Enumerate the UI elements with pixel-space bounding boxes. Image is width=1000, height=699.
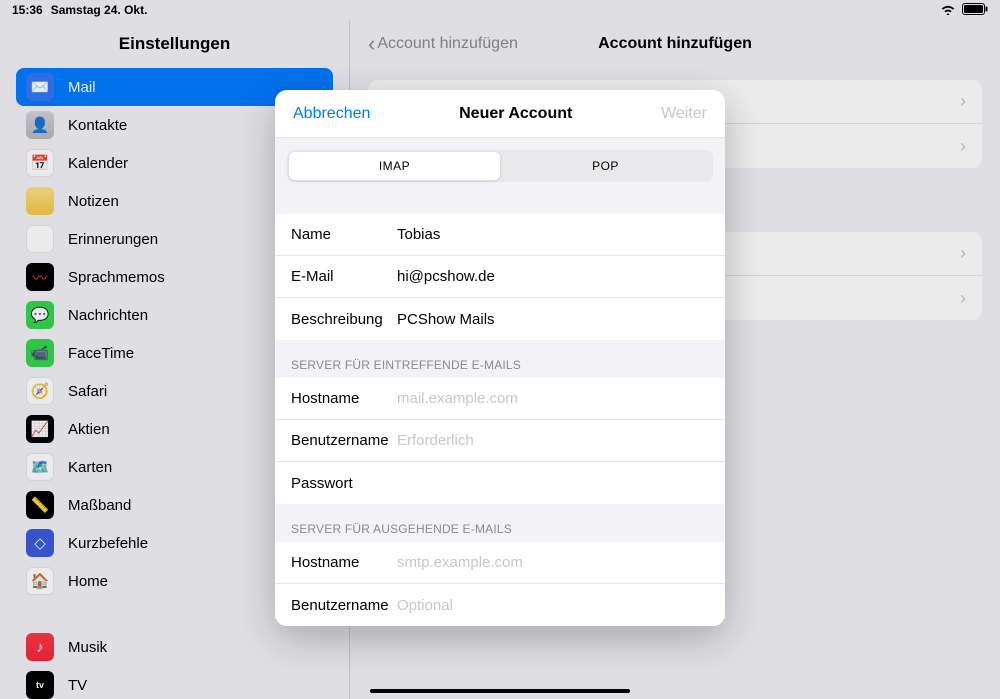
email-input[interactable] xyxy=(397,268,709,285)
incoming-user-label: Benutzername xyxy=(291,432,397,449)
new-account-sheet: Abbrechen Neuer Account Weiter IMAP POP … xyxy=(275,90,725,626)
incoming-host-label: Hostname xyxy=(291,390,397,407)
incoming-section-header: SERVER FÜR EINTREFFENDE E-MAILS xyxy=(275,340,725,378)
outgoing-host-label: Hostname xyxy=(291,554,397,571)
outgoing-section-header: SERVER FÜR AUSGEHENDE E-MAILS xyxy=(275,504,725,542)
sheet-title: Neuer Account xyxy=(459,105,572,123)
description-input[interactable] xyxy=(397,311,709,328)
protocol-segmented-control[interactable]: IMAP POP xyxy=(287,150,713,182)
incoming-pass-label: Passwort xyxy=(291,475,397,492)
segment-pop[interactable]: POP xyxy=(500,152,711,180)
email-label: E-Mail xyxy=(291,268,397,285)
incoming-pass-input[interactable] xyxy=(397,475,709,492)
next-button[interactable]: Weiter xyxy=(661,105,707,123)
outgoing-user-label: Benutzername xyxy=(291,597,397,614)
name-label: Name xyxy=(291,226,397,243)
home-indicator[interactable] xyxy=(370,689,630,693)
name-input[interactable] xyxy=(397,226,709,243)
incoming-user-input[interactable] xyxy=(397,432,709,449)
incoming-host-input[interactable] xyxy=(397,390,709,407)
outgoing-user-input[interactable] xyxy=(397,597,709,614)
modal-overlay: Abbrechen Neuer Account Weiter IMAP POP … xyxy=(0,0,1000,699)
outgoing-host-input[interactable] xyxy=(397,554,709,571)
segment-imap[interactable]: IMAP xyxy=(289,152,500,180)
description-label: Beschreibung xyxy=(291,311,397,328)
cancel-button[interactable]: Abbrechen xyxy=(293,105,370,123)
